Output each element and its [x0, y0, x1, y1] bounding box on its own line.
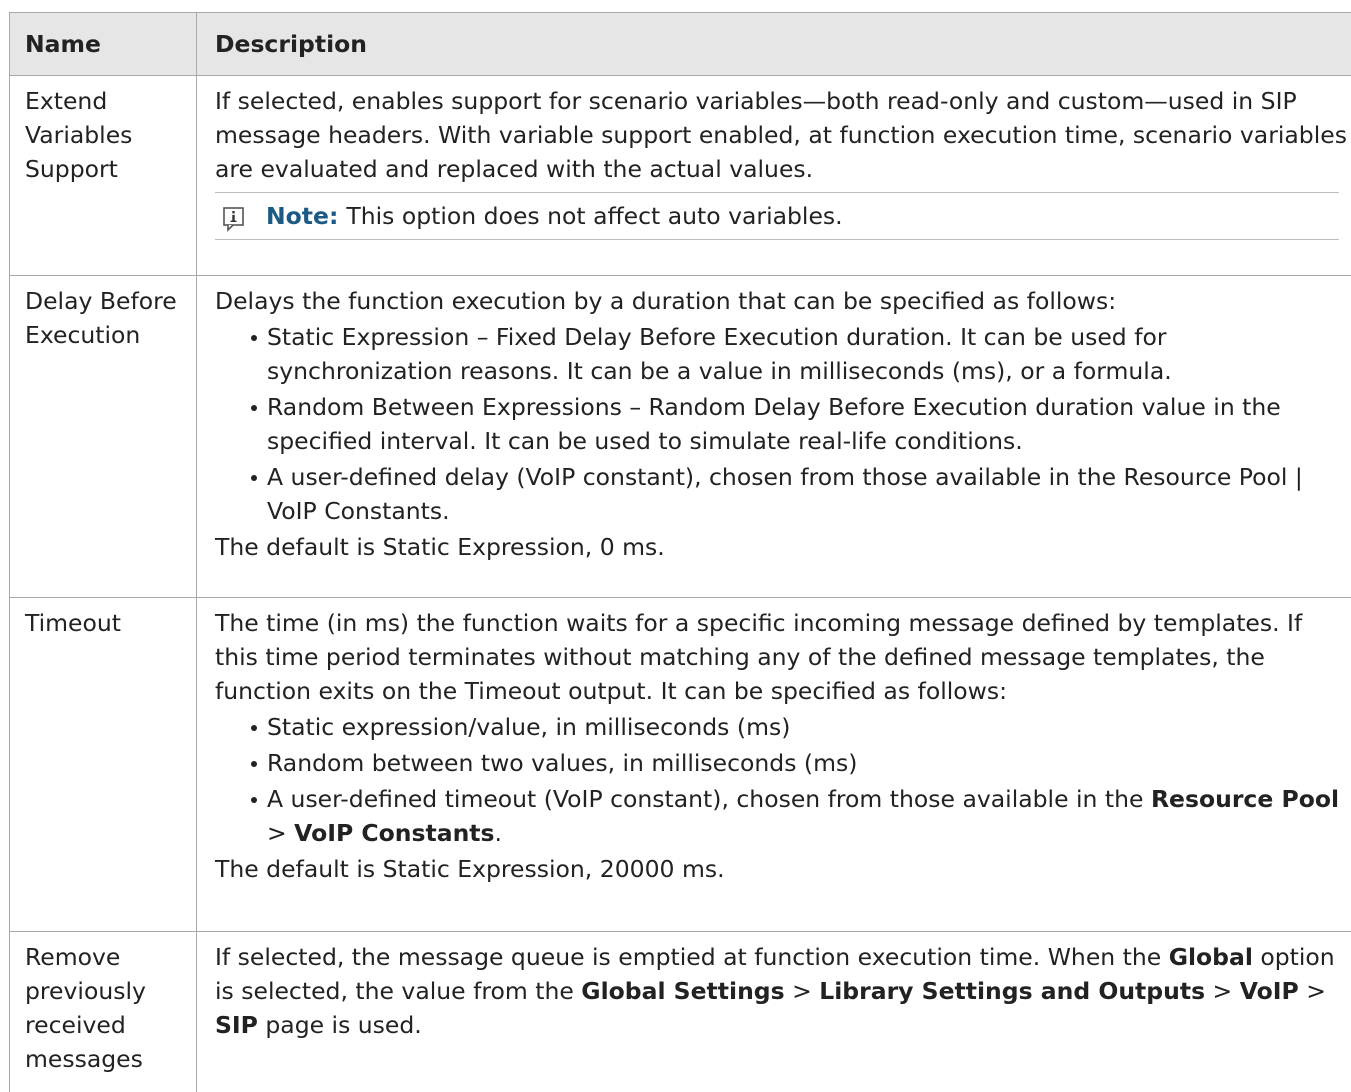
global-settings-label: Global Settings — [581, 977, 784, 1005]
bullet-list: Static Expression – Fixed Delay Before E… — [215, 320, 1351, 528]
list-item: Random between two values, in millisecon… — [215, 746, 1351, 780]
bullet-icon — [251, 725, 257, 731]
list-item: Static expression/value, in milliseconds… — [215, 710, 1351, 744]
list-item: A user-defined timeout (VoIP constant), … — [215, 782, 1351, 850]
bullet-icon — [251, 335, 257, 341]
default-text: The default is Static Expression, 20000 … — [215, 852, 1351, 886]
bullet-icon — [251, 761, 257, 767]
header-name: Name — [10, 13, 197, 76]
description-text: The time (in ms) the function waits for … — [215, 606, 1351, 708]
row-name: Remove previously received messages — [10, 932, 197, 1092]
list-item-text: Static Expression – Fixed Delay Before E… — [267, 323, 1172, 385]
sip-label: SIP — [215, 1011, 258, 1039]
header-description: Description — [197, 13, 1351, 76]
list-item-text: Random Between Expressions – Random Dela… — [267, 393, 1281, 455]
voip-label: VoIP — [1240, 977, 1299, 1005]
row-description: If selected, the message queue is emptie… — [197, 932, 1351, 1092]
table-header-row: Name Description — [10, 13, 1351, 76]
bullet-icon — [251, 797, 257, 803]
row-name: Extend Variables Support — [10, 76, 197, 276]
library-settings-label: Library Settings and Outputs — [819, 977, 1205, 1005]
table-row: Delay Before Execution Delays the functi… — [10, 276, 1351, 598]
bullet-list: Static expression/value, in milliseconds… — [215, 710, 1351, 850]
description-text: If selected, enables support for scenari… — [215, 84, 1351, 186]
properties-table: Name Description Extend Variables Suppor… — [9, 12, 1351, 1092]
list-item-text: Random between two values, in millisecon… — [267, 749, 857, 777]
info-note-icon — [223, 207, 244, 232]
row-description: Delays the function execution by a durat… — [197, 276, 1351, 598]
list-item-text: A user-defined timeout (VoIP constant), … — [267, 785, 1339, 847]
bullet-icon — [251, 475, 257, 481]
bullet-icon — [251, 405, 257, 411]
default-text: The default is Static Expression, 0 ms. — [215, 530, 1351, 564]
list-item: Random Between Expressions – Random Dela… — [215, 390, 1351, 458]
note-label: Note: — [266, 199, 338, 233]
description-text: Delays the function execution by a durat… — [215, 284, 1351, 318]
list-item: A user-defined delay (VoIP constant), ch… — [215, 460, 1351, 528]
global-label: Global — [1169, 943, 1253, 971]
table-row: Extend Variables Support If selected, en… — [10, 76, 1351, 276]
row-description: The time (in ms) the function waits for … — [197, 598, 1351, 932]
list-item: Static Expression – Fixed Delay Before E… — [215, 320, 1351, 388]
note-box: Note: This option does not affect auto v… — [215, 192, 1339, 240]
row-name: Timeout — [10, 598, 197, 932]
table-row: Remove previously received messages If s… — [10, 932, 1351, 1092]
list-item-text: Static expression/value, in milliseconds… — [267, 713, 790, 741]
row-name: Delay Before Execution — [10, 276, 197, 598]
voip-constants-label: VoIP Constants — [294, 819, 494, 847]
resource-pool-label: Resource Pool — [1151, 785, 1339, 813]
note-text: This option does not affect auto variabl… — [346, 199, 842, 233]
table-row: Timeout The time (in ms) the function wa… — [10, 598, 1351, 932]
row-description: If selected, enables support for scenari… — [197, 76, 1351, 276]
description-text: If selected, the message queue is emptie… — [215, 940, 1351, 1042]
list-item-text: A user-defined delay (VoIP constant), ch… — [267, 463, 1303, 525]
